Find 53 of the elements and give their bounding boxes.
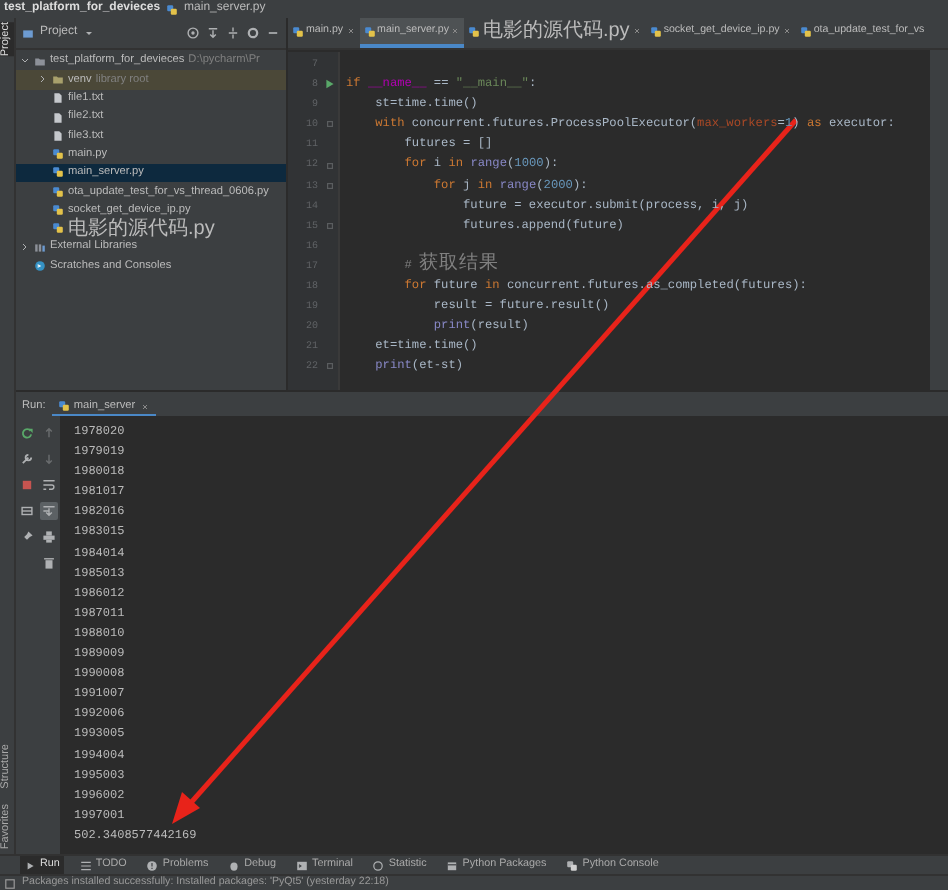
- settings-icon: [246, 26, 260, 40]
- close-icon: [781, 26, 792, 36]
- python-file-icon: [57, 400, 70, 412]
- pin-icon: [20, 530, 34, 544]
- soft-wrap-icon: [42, 478, 56, 492]
- python-console-icon: [566, 859, 579, 871]
- trash-icon: [42, 556, 56, 570]
- circle-icon: [372, 859, 385, 871]
- toolbar-button[interactable]: [40, 528, 58, 546]
- toolbar-button[interactable]: [18, 476, 36, 494]
- library-icon: [34, 241, 46, 254]
- expand-icon: [226, 26, 240, 40]
- python-file-icon: [363, 25, 376, 37]
- printer-icon: [42, 530, 56, 544]
- up-arrow-icon: [42, 426, 56, 440]
- fold-marker-icon: [323, 179, 335, 192]
- close-icon: [139, 401, 150, 411]
- wrench-icon: [20, 452, 34, 466]
- collapse-icon: [206, 26, 220, 40]
- toolbar-button[interactable]: [18, 424, 36, 442]
- console-icon: [34, 259, 46, 272]
- python-file-icon: [292, 25, 304, 37]
- toolbar-button[interactable]: [40, 554, 58, 572]
- python-file-icon: [166, 3, 179, 15]
- minimize-icon: [266, 26, 280, 40]
- fold-marker-icon: [323, 360, 335, 373]
- python-file-icon: [468, 25, 481, 37]
- caret-icon: [83, 28, 94, 38]
- scroll-to-end-icon: [42, 504, 56, 518]
- python-file-icon: [649, 25, 662, 37]
- tree-item[interactable]: 电影的源代码.py: [16, 219, 286, 238]
- bug-icon: [228, 859, 241, 871]
- toolbar-button[interactable]: [18, 502, 36, 520]
- status-icon: [4, 877, 16, 889]
- fold-marker-icon: [323, 118, 335, 131]
- close-icon: [450, 26, 461, 36]
- close-icon: [631, 26, 642, 36]
- run-icon: [323, 78, 335, 91]
- list-icon: [79, 859, 92, 871]
- close-icon: [345, 26, 356, 36]
- project-view-icon: [22, 27, 34, 39]
- fold-marker-icon: [323, 159, 335, 172]
- toolbar-button[interactable]: [40, 502, 58, 520]
- down-arrow-icon: [42, 452, 56, 466]
- stop-icon: [20, 478, 34, 492]
- toolbar-button[interactable]: [18, 450, 36, 468]
- python-file-icon: [799, 25, 812, 37]
- rerun-icon: [20, 426, 34, 440]
- target-icon: [186, 26, 200, 40]
- fold-marker-icon: [323, 219, 335, 232]
- editor-tab[interactable]: 电影的源代码.py: [464, 18, 646, 48]
- toolbar-button[interactable]: [40, 476, 58, 494]
- layout-icon: [20, 504, 34, 518]
